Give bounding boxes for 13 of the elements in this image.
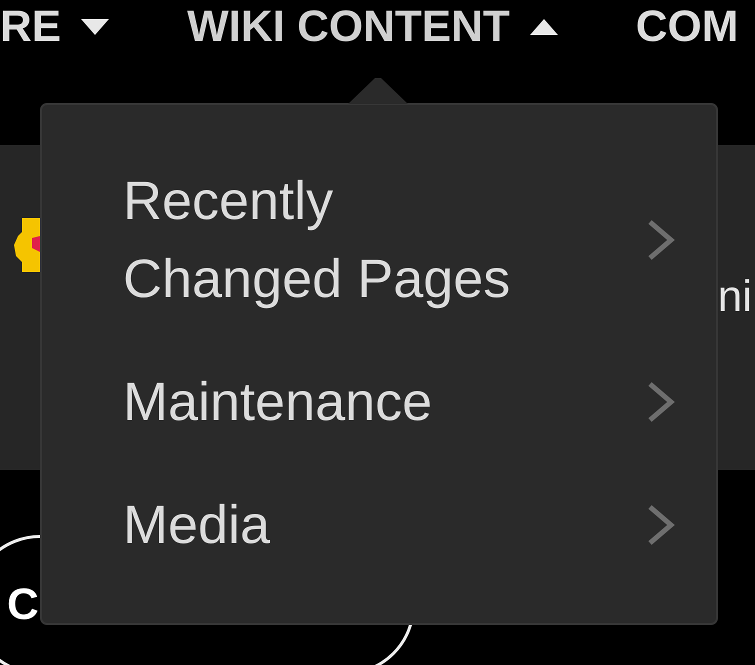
menu-item[interactable]: Recently Changed Pages — [42, 162, 716, 318]
chevron-right-icon — [646, 219, 676, 261]
caret-up-icon — [530, 19, 558, 35]
nav-item[interactable]: WIKI CONTENT — [187, 0, 558, 54]
caret-down-icon — [81, 19, 110, 35]
chevron-right-icon — [646, 381, 676, 423]
nav-item[interactable]: COM — [636, 0, 738, 54]
band-text: ni — [718, 275, 752, 319]
badge-icon — [14, 218, 40, 272]
menu-item[interactable]: Maintenance — [42, 363, 716, 441]
chevron-right-icon — [646, 504, 676, 546]
nav-item[interactable]: RE — [0, 0, 110, 54]
menu-item[interactable]: Media — [42, 486, 716, 564]
